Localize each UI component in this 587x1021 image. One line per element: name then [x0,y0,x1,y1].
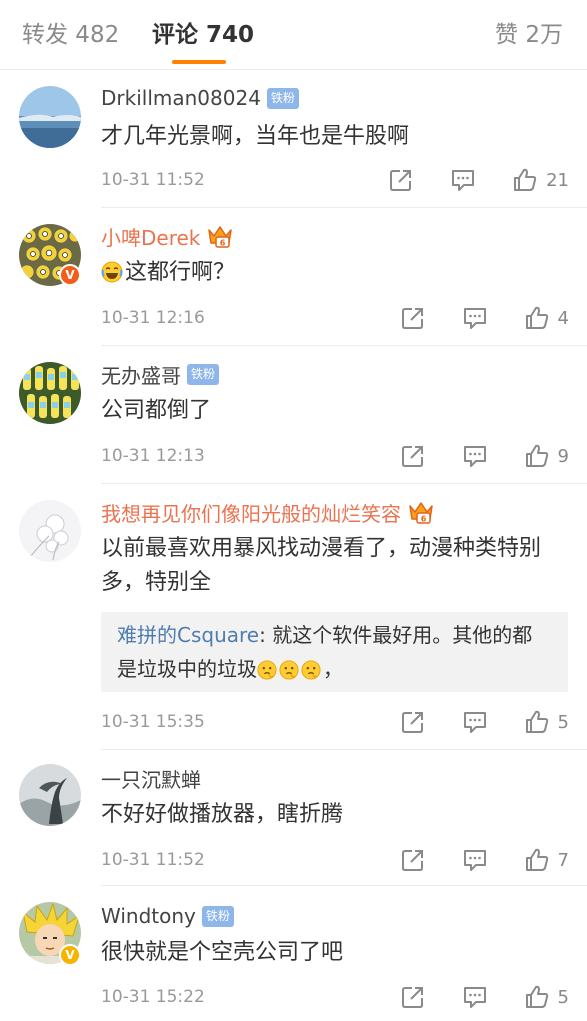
comment-time: 10-31 11:52 [101,850,205,870]
comment-icon[interactable] [450,167,476,193]
comment-icon[interactable] [462,847,488,873]
laughing-tears-emoji-icon [101,261,123,283]
comment-time: 10-31 12:13 [101,446,205,466]
comment-icon[interactable] [462,709,488,735]
username[interactable]: 一只沉默蝉 [101,764,201,793]
like-button[interactable]: 21 [512,167,569,193]
vip-crown-icon [407,499,435,525]
tab-likes[interactable]: 赞 2万 [495,20,563,50]
divider [101,885,587,886]
verified-badge-icon: V [59,944,81,966]
avatar[interactable] [19,362,81,424]
comment-time: 10-31 15:22 [101,987,205,1007]
comment-actions: 4 [400,305,569,331]
like-icon [524,443,550,469]
thinking-emoji-icon [279,660,299,680]
username[interactable]: Windtony [101,904,196,928]
comment-text: 这都行啊？ [101,256,571,290]
comment-icon[interactable] [462,443,488,469]
comment-text: 公司都倒了 [101,398,212,423]
repost-icon[interactable] [400,984,426,1010]
repost-icon[interactable] [400,709,426,735]
like-button[interactable]: 9 [524,443,569,469]
like-button[interactable]: 7 [524,847,569,873]
repost-icon[interactable] [400,847,426,873]
tab-comments[interactable]: 评论 740 [152,20,254,50]
fan-badge: 铁粉 [266,87,299,109]
comment-icon[interactable] [462,305,488,331]
reply-suffix: ， [323,657,343,681]
comment-text: 才几年光景啊，当年也是牛股啊 [101,124,410,149]
avatar[interactable] [19,764,81,826]
divider [101,749,587,750]
thinking-emoji-icon [257,660,277,680]
like-count: 4 [557,307,569,329]
verified-badge-icon: V [59,264,81,286]
like-count: 5 [557,986,569,1008]
reply-separator: : [259,623,273,647]
comment-actions: 5 [400,984,569,1010]
like-icon [524,305,550,331]
like-icon [524,847,550,873]
comment-text: 不好好做播放器，瞎折腾 [101,802,344,827]
comment-time: 10-31 12:16 [101,308,205,328]
comment-header: 一只沉默蝉 [101,764,201,792]
like-button[interactable]: 5 [524,709,569,735]
comment-header: Windtony 铁粉 [101,902,234,930]
username[interactable]: 无办盛哥 [101,360,181,389]
repost-icon[interactable] [388,167,414,193]
like-count: 7 [557,849,569,871]
reply-preview[interactable]: 难拼的Csquare: 就这个软件最好用。其他的都是垃圾中的垃圾， [101,612,568,692]
tab-reposts[interactable]: 转发 482 [22,20,119,50]
like-button[interactable]: 5 [524,984,569,1010]
comment-header: Drkillman08024 铁粉 [101,84,299,112]
divider [101,483,587,484]
like-button[interactable]: 4 [524,305,569,331]
comment-header: 小啤Derek [101,222,234,250]
comment-icon[interactable] [462,984,488,1010]
comment-actions: 9 [400,443,569,469]
thinking-emoji-icon [301,660,321,680]
username[interactable]: 小啤Derek [101,222,200,251]
comment-text: 很快就是个空壳公司了吧 [101,940,344,965]
comment-actions: 5 [400,709,569,735]
username[interactable]: Drkillman08024 [101,86,261,110]
comment-header: 无办盛哥 铁粉 [101,360,220,389]
like-icon [512,167,538,193]
active-tab-indicator [172,60,226,64]
reply-author[interactable]: 难拼的Csquare [117,623,259,647]
avatar[interactable] [19,86,81,148]
like-count: 9 [557,445,569,467]
comment-tab-bar: 转发 482 评论 740 赞 2万 [0,0,587,70]
like-icon [524,984,550,1010]
fan-badge: 铁粉 [187,363,220,385]
comment-time: 10-31 11:52 [101,170,205,190]
comment-actions: 21 [388,167,569,193]
username[interactable]: 我想再见你们像阳光般的灿烂笑容 [101,498,401,527]
vip-crown-icon [206,223,234,249]
comment-text: 以前最喜欢用暴风找动漫看了，动漫种类特别多，特别全 [101,536,542,595]
like-count: 21 [546,169,569,191]
repost-icon[interactable] [400,305,426,331]
comment-time: 10-31 15:35 [101,712,205,732]
comment-actions: 7 [400,847,569,873]
fan-badge: 铁粉 [201,905,234,927]
repost-icon[interactable] [400,443,426,469]
avatar[interactable] [19,500,81,562]
like-icon [524,709,550,735]
comment-text-body: 这都行啊？ [125,260,236,285]
comment-header: 我想再见你们像阳光般的灿烂笑容 [101,498,435,526]
divider [101,345,587,346]
like-count: 5 [557,711,569,733]
divider [101,207,587,208]
